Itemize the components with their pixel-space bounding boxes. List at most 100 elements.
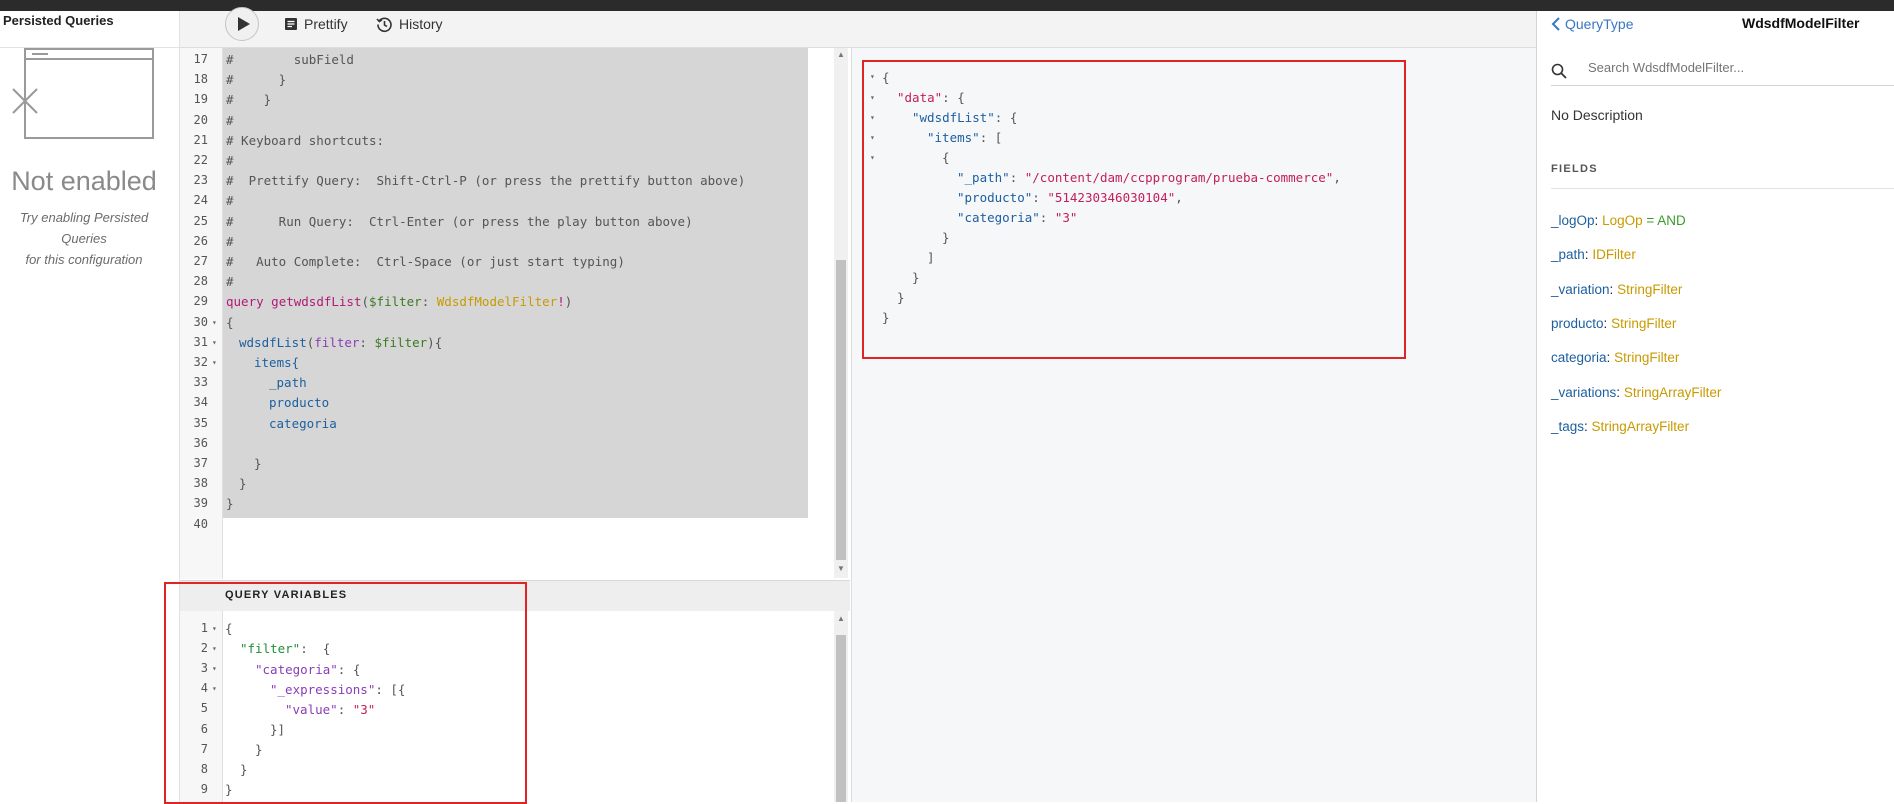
scroll-down-arrow-icon[interactable]: ▼ [837, 564, 845, 573]
window-top-bar [0, 0, 1894, 11]
docs-search [1551, 57, 1894, 86]
line-number: 35 [193, 415, 208, 430]
docs-back-link[interactable]: QueryType [1551, 16, 1633, 32]
code-line: _path [269, 375, 307, 391]
line-number: 5 [200, 701, 208, 716]
result-line: { [942, 150, 950, 165]
line-number: 7 [200, 741, 208, 756]
fold-arrow-icon[interactable]: ▾ [212, 664, 217, 673]
line-number: 22 [193, 153, 208, 167]
code-line: # [226, 153, 234, 168]
code-line: # Run Query: Ctrl-Enter (or press the pl… [226, 213, 693, 229]
code-line: } [226, 496, 234, 512]
scroll-up-arrow-icon[interactable]: ▲ [837, 50, 845, 59]
history-icon [376, 16, 392, 32]
result-line: "categoria": "3" [957, 210, 1078, 225]
play-icon [238, 17, 250, 31]
query-variables-header[interactable]: QUERY VARIABLES [180, 580, 850, 611]
fold-arrow-icon[interactable]: ▾ [870, 153, 875, 162]
not-enabled-desc-line: for this configuration [25, 252, 143, 267]
not-enabled-illustration-icon [12, 48, 154, 139]
code-line: "filter": { [240, 641, 331, 656]
docs-fields-header: FIELDS [1551, 163, 1598, 175]
variables-scroll-thumb[interactable] [836, 635, 846, 802]
field-type[interactable]: StringFilter [1614, 350, 1679, 365]
line-number: 28 [193, 274, 208, 289]
fold-arrow-icon[interactable]: ▾ [212, 624, 217, 633]
line-number: 6 [200, 721, 208, 736]
line-number: 24 [193, 193, 208, 208]
field-type[interactable]: StringArrayFilter [1592, 419, 1690, 434]
docs-back-label: QueryType [1565, 16, 1634, 32]
field-type[interactable]: LogOp [1602, 213, 1643, 228]
code-line: } [225, 782, 233, 797]
not-enabled-title: Not enabled [11, 166, 157, 196]
line-number: 18 [193, 72, 208, 87]
docs-search-input[interactable] [1586, 59, 1890, 76]
field-type[interactable]: StringFilter [1617, 282, 1682, 297]
code-line: { [225, 621, 233, 636]
line-number: 21 [193, 132, 208, 147]
fold-arrow-icon[interactable]: ▾ [870, 113, 875, 122]
docs-field-variation[interactable]: _variation: StringFilter [1551, 282, 1682, 297]
fold-arrow-icon[interactable]: ▾ [212, 358, 217, 367]
fold-arrow-icon[interactable]: ▾ [212, 684, 217, 693]
field-type[interactable]: StringArrayFilter [1624, 385, 1722, 400]
docs-type-title: WdsdfModelFilter [1742, 15, 1860, 31]
docs-field-variations[interactable]: _variations: StringArrayFilter [1551, 385, 1721, 400]
docs-field-producto[interactable]: producto: StringFilter [1551, 316, 1676, 331]
line-number: 8 [200, 761, 208, 776]
query-scroll-thumb[interactable] [836, 260, 846, 560]
line-number: 25 [193, 213, 208, 228]
field-type[interactable]: StringFilter [1611, 316, 1676, 331]
result-line: } [882, 310, 890, 325]
documentation-explorer: QueryType WdsdfModelFilter No Descriptio… [1536, 11, 1894, 802]
query-editor[interactable]: 17 # subField 18 # } 19 # } 20 #21 # Keyboard sh… [180, 48, 850, 579]
code-line: # } [226, 72, 287, 88]
code-line: } [239, 476, 247, 492]
line-number: 19 [193, 92, 208, 107]
field-name[interactable]: _variation [1551, 282, 1610, 297]
docs-field-logOp[interactable]: _logOp: LogOp = AND [1551, 213, 1686, 228]
field-name[interactable]: _path [1551, 247, 1585, 262]
code-line: "_expressions": [{ [270, 682, 406, 697]
field-name[interactable]: _tags [1551, 419, 1584, 434]
line-number: 32 [193, 355, 208, 369]
code-line: # [226, 233, 234, 249]
fold-arrow-icon[interactable]: ▾ [212, 318, 217, 327]
fold-arrow-icon[interactable]: ▾ [870, 72, 875, 81]
fold-arrow-icon[interactable]: ▾ [870, 93, 875, 102]
result-line: "producto": "514230346030104", [957, 190, 1183, 205]
docs-field-tags[interactable]: _tags: StringArrayFilter [1551, 419, 1689, 434]
query-variables-title: QUERY VARIABLES [225, 589, 348, 601]
persisted-queries-panel: Persisted Queries Not enabled Try enabli… [0, 11, 180, 802]
line-number: 26 [193, 233, 208, 248]
result-viewer[interactable]: ▾ ▾ ▾ ▾ ▾ { "data": { "wdsdfList": { "it… [851, 48, 1537, 802]
line-number: 34 [193, 395, 208, 410]
docs-field-path[interactable]: _path: IDFilter [1551, 247, 1636, 262]
code-line: { [226, 314, 234, 330]
editor-toolbar: Prettify History [180, 7, 1536, 48]
variables-scrollbar[interactable]: ▲ [834, 611, 848, 802]
field-type[interactable]: IDFilter [1592, 247, 1636, 262]
execute-query-button[interactable] [225, 7, 259, 41]
line-number: 20 [193, 112, 208, 127]
fold-arrow-icon[interactable]: ▾ [870, 133, 875, 142]
field-name[interactable]: _variations [1551, 385, 1616, 400]
history-label: History [399, 16, 443, 32]
not-enabled-description: Try enabling Persisted Queries for this … [0, 207, 168, 270]
field-name[interactable]: _logOp [1551, 213, 1595, 228]
scroll-up-arrow-icon[interactable]: ▲ [837, 614, 845, 623]
prettify-button[interactable]: Prettify [284, 13, 348, 35]
query-scrollbar[interactable]: ▲ ▼ [834, 48, 848, 578]
result-line: "items": [ [927, 130, 1003, 145]
field-name[interactable]: producto [1551, 316, 1604, 331]
query-variables-editor[interactable]: { "filter": { "categoria": { "_expressio… [180, 611, 850, 802]
fold-arrow-icon[interactable]: ▾ [212, 338, 217, 347]
selection-highlight [223, 48, 808, 518]
history-button[interactable]: History [376, 13, 443, 35]
docs-field-categoria[interactable]: categoria: StringFilter [1551, 350, 1679, 365]
field-name[interactable]: categoria [1551, 350, 1607, 365]
fold-arrow-icon[interactable]: ▾ [212, 644, 217, 653]
field-default: = AND [1646, 213, 1686, 228]
